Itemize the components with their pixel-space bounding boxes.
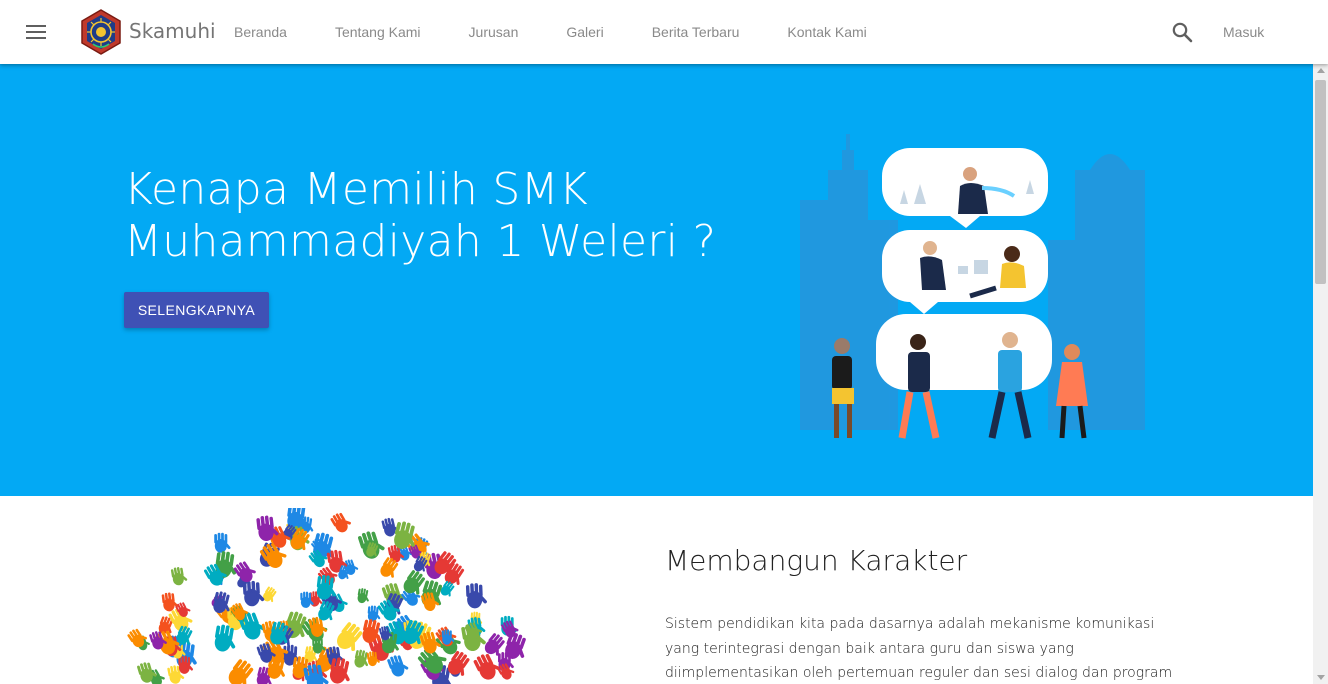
nav-berita-terbaru[interactable]: Berita Terbaru — [652, 0, 740, 64]
nav-kontak-kami[interactable]: Kontak Kami — [787, 0, 866, 64]
hand-shape — [330, 512, 351, 533]
hand-shape — [387, 655, 409, 677]
hand-shape — [214, 532, 231, 553]
hand-shape — [262, 586, 277, 603]
nav-beranda[interactable]: Beranda — [234, 0, 287, 64]
main-nav: Beranda Tentang Kami Jurusan Galeri Beri… — [234, 0, 915, 64]
search-icon[interactable] — [1170, 20, 1194, 44]
learn-more-button[interactable]: SELENGKAPNYA — [124, 292, 269, 328]
nav-tentang-kami[interactable]: Tentang Kami — [335, 0, 421, 64]
hand-shape — [228, 659, 254, 684]
brand-name[interactable]: Skamuhi — [129, 19, 216, 43]
community-illustration — [800, 134, 1145, 439]
colorful-hands-image — [127, 508, 526, 684]
scroll-up-arrow[interactable] — [1317, 68, 1325, 73]
menu-icon[interactable] — [20, 17, 52, 47]
scroll-down-arrow[interactable] — [1317, 675, 1325, 680]
app-bar: Skamuhi Beranda Tentang Kami Jurusan Gal… — [0, 0, 1328, 64]
hero-title-line-2: Muhammadiyah 1 Weleri ? — [124, 216, 717, 267]
hero-title-line-1: Kenapa Memilih SMK — [124, 164, 589, 215]
hero-section: Kenapa Memilih SMK Muhammadiyah 1 Weleri… — [0, 64, 1313, 496]
hand-shape — [465, 583, 487, 609]
section-description: Sistem pendidikan kita pada dasarnya ada… — [665, 616, 1173, 681]
school-logo[interactable] — [80, 9, 122, 55]
nav-galeri[interactable]: Galeri — [566, 0, 603, 64]
section-title: Membangun Karakter — [665, 544, 968, 577]
hand-shape — [242, 580, 265, 607]
nav-jurusan[interactable]: Jurusan — [469, 0, 519, 64]
page-scrollbar[interactable] — [1313, 64, 1328, 684]
hand-shape — [233, 561, 256, 583]
scrollbar-thumb[interactable] — [1315, 80, 1326, 284]
hand-shape — [170, 567, 188, 586]
hand-shape — [175, 602, 191, 617]
login-link[interactable]: Masuk — [1223, 0, 1264, 64]
hand-shape — [357, 588, 369, 604]
hero-title: Kenapa Memilih SMK Muhammadiyah 1 Weleri… — [124, 164, 784, 268]
